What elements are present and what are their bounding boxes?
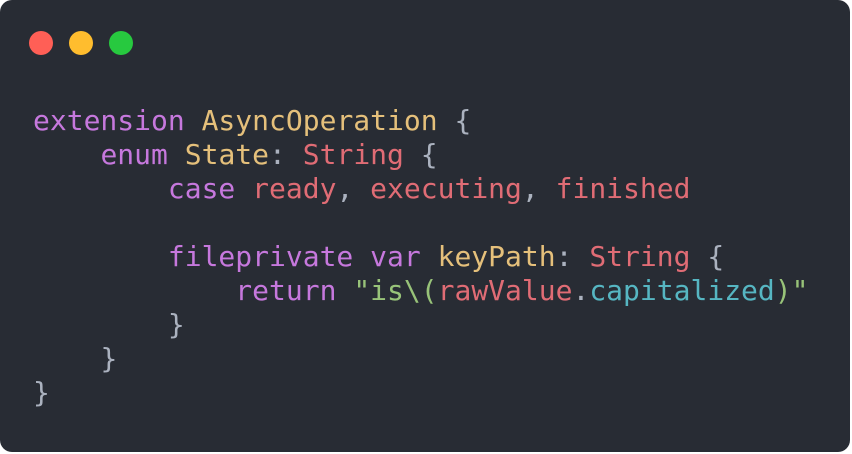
code-token: String xyxy=(589,240,691,273)
close-button[interactable] xyxy=(29,31,53,55)
code-token: fileprivate xyxy=(167,240,354,273)
code-token: { xyxy=(690,240,725,273)
code-line: fileprivate var keyPath: String { xyxy=(33,240,808,274)
code-token: finished xyxy=(555,172,691,205)
code-token: String xyxy=(302,138,404,171)
code-token: )" xyxy=(774,274,809,307)
code-line: } xyxy=(33,308,808,342)
code-token: , xyxy=(521,172,556,205)
code-token: extension xyxy=(33,104,185,137)
minimize-button[interactable] xyxy=(69,31,93,55)
code-token: . xyxy=(572,274,590,307)
code-token: AsyncOperation xyxy=(201,104,438,137)
code-token: : xyxy=(555,240,590,273)
code-line: extension AsyncOperation { xyxy=(33,104,808,138)
code-token: { xyxy=(403,138,438,171)
code-line: } xyxy=(33,376,808,410)
code-line: return "is\(rawValue.capitalized)" xyxy=(33,274,808,308)
code-token: ready xyxy=(252,172,337,205)
code-token: capitalized xyxy=(589,274,775,307)
code-token: var xyxy=(370,240,421,273)
code-token: keyPath xyxy=(437,240,556,273)
code-token: rawValue xyxy=(437,274,573,307)
zoom-button[interactable] xyxy=(109,31,133,55)
code-line: case ready, executing, finished xyxy=(33,172,808,206)
code-token: } xyxy=(167,308,185,341)
code-block: extension AsyncOperation { enum State: S… xyxy=(33,104,808,410)
code-token: State xyxy=(184,138,270,171)
code-window: extension AsyncOperation { enum State: S… xyxy=(0,0,850,452)
code-token: executing xyxy=(370,172,522,205)
code-token: } xyxy=(33,376,50,409)
code-token: , xyxy=(336,172,371,205)
code-token: "is\( xyxy=(353,274,438,307)
code-token: } xyxy=(100,342,118,375)
code-token: enum xyxy=(100,138,168,171)
code-token: : xyxy=(269,138,303,171)
code-line: enum State: String { xyxy=(33,138,808,172)
code-token: case xyxy=(167,172,236,205)
code-line: } xyxy=(33,342,808,376)
code-token: return xyxy=(235,274,337,307)
code-token: { xyxy=(437,104,472,137)
